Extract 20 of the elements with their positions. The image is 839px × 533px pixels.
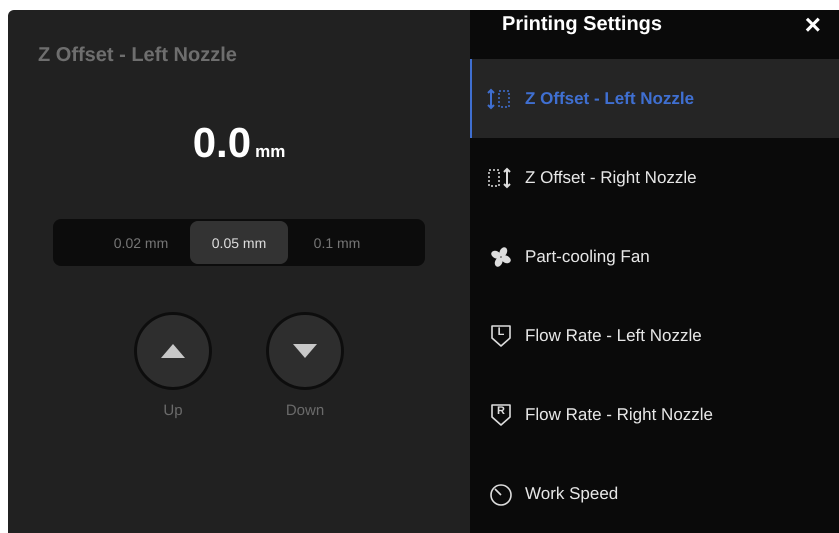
panel-title: Z Offset - Left Nozzle bbox=[38, 44, 237, 67]
button-label: Down bbox=[286, 402, 324, 419]
step-option[interactable]: 0.05 mm bbox=[190, 221, 288, 264]
settings-menu-item[interactable]: L Flow Rate - Left Nozzle bbox=[470, 296, 839, 375]
up-triangle-icon bbox=[161, 344, 185, 358]
settings-menu-item[interactable]: Work Speed bbox=[470, 454, 839, 533]
step-option[interactable]: 0.02 mm bbox=[92, 221, 190, 264]
offset-value: 0.0 bbox=[192, 119, 252, 167]
sidebar-title: Printing Settings bbox=[502, 13, 662, 36]
button-label: Up bbox=[163, 402, 183, 419]
settings-menu-item[interactable]: Part-cooling Fan bbox=[470, 217, 839, 296]
settings-menu-item[interactable]: R Flow Rate - Right Nozzle bbox=[470, 375, 839, 454]
shield-icon: R bbox=[489, 402, 513, 426]
settings-menu-item[interactable]: Z Offset - Right Nozzle bbox=[470, 138, 839, 217]
gauge-icon bbox=[487, 482, 515, 506]
close-button[interactable]: × bbox=[800, 8, 825, 40]
step-option[interactable]: 0.1 mm bbox=[288, 221, 386, 264]
down-triangle-icon bbox=[293, 344, 317, 358]
shield-icon: L bbox=[489, 324, 513, 348]
unit-label: mm bbox=[255, 142, 286, 162]
